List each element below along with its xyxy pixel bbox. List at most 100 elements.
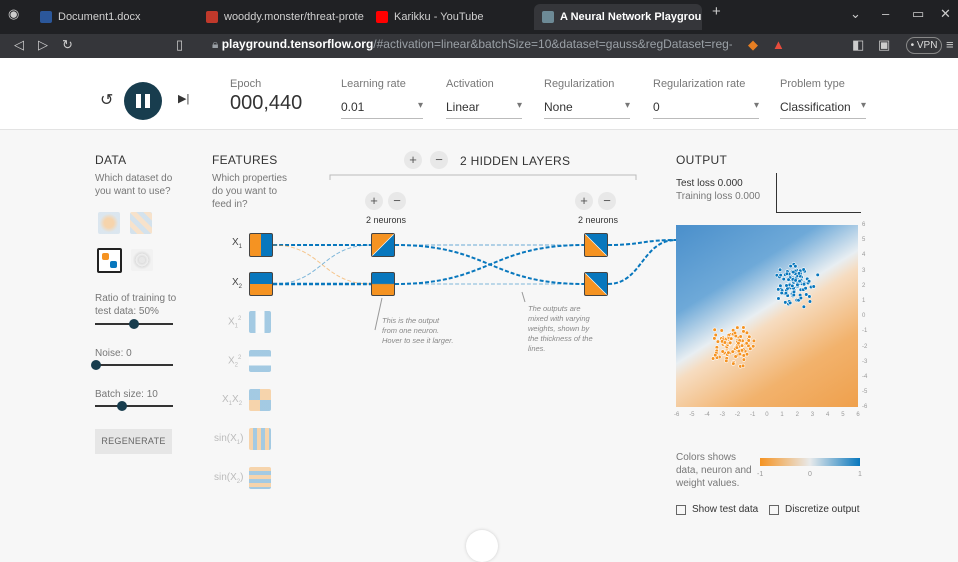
test-loss: Test loss 0.000 bbox=[676, 178, 743, 189]
x-tick: 1 bbox=[780, 412, 784, 418]
layer2-neurons: 2 neurons bbox=[578, 215, 619, 225]
scroll-down-button[interactable] bbox=[466, 530, 498, 562]
data-point bbox=[793, 264, 798, 269]
data-point bbox=[751, 344, 756, 349]
data-point bbox=[783, 291, 789, 296]
neuron-1-2[interactable] bbox=[371, 272, 395, 296]
data-point bbox=[793, 278, 798, 283]
neuron-2-1[interactable] bbox=[584, 233, 608, 257]
y-tick: -6 bbox=[862, 404, 868, 411]
link-x2-n1[interactable] bbox=[272, 244, 372, 285]
data-point bbox=[733, 354, 738, 359]
show-test-data-checkbox[interactable]: Show test data bbox=[676, 504, 758, 515]
data-point bbox=[746, 338, 751, 343]
data-point bbox=[778, 283, 783, 288]
add-neuron-layer2-button[interactable]: + bbox=[575, 192, 593, 210]
data-point bbox=[784, 283, 789, 288]
data-point bbox=[731, 361, 736, 366]
x-tick: 5 bbox=[841, 412, 845, 418]
data-point bbox=[735, 325, 740, 330]
data-point bbox=[776, 287, 781, 292]
remove-neuron-layer1-button[interactable]: − bbox=[388, 192, 406, 210]
data-point bbox=[803, 286, 808, 291]
loss-chart bbox=[776, 173, 861, 213]
scale-min: -1 bbox=[757, 471, 764, 478]
data-point bbox=[784, 271, 790, 276]
data-point bbox=[730, 349, 735, 354]
data-point bbox=[729, 336, 734, 341]
discretize-output-checkbox[interactable]: Discretize output bbox=[769, 504, 859, 515]
data-point bbox=[801, 267, 806, 272]
data-point bbox=[713, 353, 718, 358]
scale-max: 1 bbox=[858, 471, 862, 478]
colors-label: Colors shows data, neuron and weight val… bbox=[676, 452, 752, 489]
data-point bbox=[712, 336, 717, 341]
link-n2-n3[interactable] bbox=[394, 244, 585, 285]
data-point bbox=[788, 300, 793, 306]
data-point bbox=[740, 363, 746, 368]
x-tick: -2 bbox=[734, 412, 741, 418]
hidden-layers-label: 2 HIDDEN LAYERS bbox=[460, 154, 571, 168]
data-point bbox=[815, 272, 820, 277]
add-neuron-layer1-button[interactable]: + bbox=[365, 192, 383, 210]
y-tick: -3 bbox=[862, 358, 868, 365]
output-title: OUTPUT bbox=[676, 153, 728, 167]
x-tick: -5 bbox=[689, 412, 695, 418]
data-point bbox=[777, 267, 783, 272]
y-tick: 6 bbox=[862, 222, 866, 228]
neuron-1-1[interactable] bbox=[371, 233, 395, 257]
data-point bbox=[806, 279, 812, 284]
data-point bbox=[736, 341, 741, 346]
y-tick: -2 bbox=[862, 343, 868, 350]
x-tick: 3 bbox=[810, 412, 815, 418]
data-point bbox=[712, 327, 717, 332]
data-point bbox=[807, 294, 812, 299]
data-point bbox=[751, 338, 757, 343]
x-tick: 0 bbox=[765, 412, 769, 418]
neuron-note: This is the output from one neuron. Hove… bbox=[382, 316, 454, 345]
data-point bbox=[798, 295, 804, 301]
data-point bbox=[720, 349, 725, 354]
data-point bbox=[788, 263, 793, 269]
data-point bbox=[715, 339, 720, 344]
weights-note: The outputs are mixed with varying weigh… bbox=[528, 304, 593, 353]
data-point bbox=[736, 348, 741, 354]
data-point bbox=[741, 357, 746, 362]
data-point bbox=[811, 284, 816, 289]
data-point bbox=[797, 278, 802, 284]
data-point bbox=[726, 350, 731, 355]
data-point bbox=[786, 277, 791, 282]
layers-bracket bbox=[329, 174, 637, 180]
training-loss: Training loss 0.000 bbox=[676, 191, 761, 202]
y-tick: 4 bbox=[862, 252, 866, 259]
remove-layer-button[interactable]: − bbox=[430, 151, 448, 169]
x-tick: 4 bbox=[826, 412, 830, 418]
data-point bbox=[741, 325, 746, 330]
y-tick: -5 bbox=[862, 389, 868, 396]
data-point bbox=[778, 273, 783, 278]
y-tick: -1 bbox=[862, 328, 868, 335]
x-tick: -1 bbox=[750, 412, 756, 418]
data-point bbox=[796, 271, 802, 276]
data-point bbox=[795, 282, 800, 287]
data-point bbox=[724, 358, 729, 364]
data-point bbox=[732, 330, 738, 336]
x-tick: -4 bbox=[704, 412, 710, 418]
scale-mid: 0 bbox=[808, 471, 812, 478]
neuron-2-2[interactable] bbox=[584, 272, 608, 296]
add-layer-button[interactable]: + bbox=[404, 151, 422, 169]
y-tick: 1 bbox=[862, 298, 866, 304]
data-point bbox=[781, 277, 786, 282]
data-point bbox=[728, 340, 733, 345]
link-n4-out[interactable] bbox=[607, 239, 677, 285]
data-point bbox=[744, 352, 750, 357]
data-point bbox=[801, 282, 807, 287]
x-tick: -3 bbox=[719, 412, 725, 418]
data-point bbox=[791, 270, 796, 275]
y-tick: 3 bbox=[862, 267, 866, 274]
data-point bbox=[747, 334, 752, 339]
data-point bbox=[791, 289, 797, 294]
data-point bbox=[776, 296, 781, 301]
data-point bbox=[719, 328, 724, 333]
remove-neuron-layer2-button[interactable]: − bbox=[598, 192, 616, 210]
